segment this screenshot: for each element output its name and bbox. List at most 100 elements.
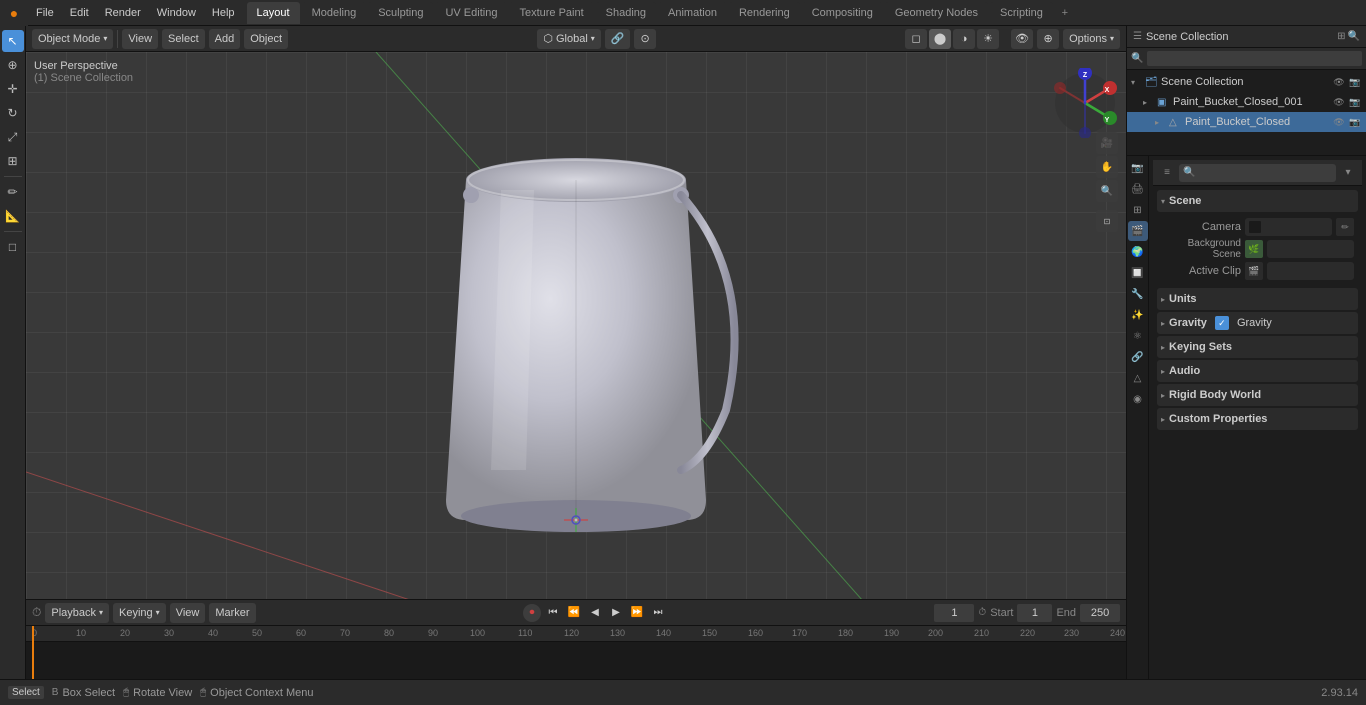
outliner-filter-btn[interactable]: ⊞ (1337, 31, 1345, 42)
bucket-eye[interactable]: 👁 (1332, 117, 1346, 128)
rigid-body-section-header[interactable]: ▸ Rigid Body World (1157, 384, 1358, 406)
tool-measure[interactable]: 📐 (2, 205, 24, 227)
outliner-search-input[interactable] (1147, 51, 1362, 66)
keying-section-header[interactable]: ▸ Keying Sets (1157, 336, 1358, 358)
prop-filter-icon[interactable]: ≡ (1157, 163, 1177, 183)
tab-layout[interactable]: Layout (247, 2, 300, 24)
outliner-item-bucket-001[interactable]: ▸ ▣ Paint_Bucket_Closed_001 👁 📷 (1127, 92, 1366, 112)
gravity-section-header[interactable]: ▸ Gravity ✓ Gravity (1157, 312, 1358, 334)
audio-section-header[interactable]: ▸ Audio (1157, 360, 1358, 382)
marker-btn[interactable]: Marker (209, 603, 255, 623)
menu-file[interactable]: File (28, 0, 62, 25)
tool-scale[interactable]: ⤢ (2, 126, 24, 148)
menu-help[interactable]: Help (204, 0, 243, 25)
camera-btn[interactable]: 🎥 (1096, 132, 1118, 154)
prop-icon-data[interactable]: △ (1128, 368, 1148, 388)
hand-btn[interactable]: ✋ (1096, 156, 1118, 178)
step-back-btn[interactable]: ⏪ (565, 604, 583, 622)
bucket-001-camera[interactable]: 📷 (1348, 97, 1362, 108)
bucket-camera[interactable]: 📷 (1348, 117, 1362, 128)
menu-edit[interactable]: Edit (62, 0, 97, 25)
outliner-search-btn[interactable]: 🔍 (1348, 31, 1360, 42)
background-scene-value[interactable] (1267, 240, 1354, 258)
tool-rotate[interactable]: ↻ (2, 102, 24, 124)
prop-icon-physics[interactable]: ⚛ (1128, 326, 1148, 346)
prop-options-icon[interactable]: ▾ (1338, 163, 1358, 183)
timeline-view-btn[interactable]: View (170, 603, 206, 623)
gravity-checkbox[interactable]: ✓ (1215, 316, 1229, 330)
active-clip-icon[interactable]: 🎬 (1245, 262, 1263, 280)
shading-solid-btn[interactable]: ⬤ (929, 29, 951, 49)
camera-value[interactable] (1245, 218, 1332, 236)
shading-render-btn[interactable]: ☀ (977, 29, 999, 49)
bucket-001-eye[interactable]: 👁 (1332, 97, 1346, 108)
prop-icon-scene[interactable]: 🎬 (1128, 221, 1148, 241)
tab-shading[interactable]: Shading (596, 2, 656, 24)
prop-icon-world[interactable]: 🌍 (1128, 242, 1148, 262)
play-reverse-btn[interactable]: ◀ (586, 604, 604, 622)
tab-rendering[interactable]: Rendering (729, 2, 800, 24)
custom-section-header[interactable]: ▸ Custom Properties (1157, 408, 1358, 430)
prop-icon-render[interactable]: 📷 (1128, 158, 1148, 178)
scene-collection-eye[interactable]: 👁 (1332, 77, 1346, 88)
tool-move[interactable]: ✛ (2, 78, 24, 100)
menu-window[interactable]: Window (149, 0, 204, 25)
object-mode-btn[interactable]: Object Mode ▾ (32, 29, 113, 49)
camera-edit-btn[interactable]: ✏ (1336, 218, 1354, 236)
transform-orientation-btn[interactable]: ⬡ Global ▾ (537, 29, 600, 49)
shading-material-btn[interactable]: ◑ (953, 29, 975, 49)
add-workspace-tab[interactable]: + (1055, 3, 1075, 23)
shading-wireframe-btn[interactable]: ◻ (905, 29, 927, 49)
tool-add-cube[interactable]: □ (2, 236, 24, 258)
jump-end-btn[interactable]: ⏭ (649, 604, 667, 622)
viewport-3d[interactable]: User Perspective (1) Scene Collection (26, 52, 1126, 599)
tool-annotate[interactable]: ✏ (2, 181, 24, 203)
scene-collection-camera[interactable]: 📷 (1348, 77, 1362, 88)
record-btn[interactable]: ⏺ (523, 604, 541, 622)
tab-compositing[interactable]: Compositing (802, 2, 883, 24)
proportional-edit-btn[interactable]: ⊙ (634, 29, 655, 49)
start-frame[interactable]: 1 (1017, 604, 1052, 622)
object-menu-btn[interactable]: Object (244, 29, 288, 49)
prop-icon-particles[interactable]: ✨ (1128, 305, 1148, 325)
tab-animation[interactable]: Animation (658, 2, 727, 24)
tab-texture-paint[interactable]: Texture Paint (509, 2, 593, 24)
snap-btn[interactable]: 🔗 (605, 29, 631, 49)
navigation-gizmo[interactable]: X Y Z (1050, 68, 1110, 128)
prop-icon-modifier[interactable]: 🔧 (1128, 284, 1148, 304)
options-btn[interactable]: Options ▾ (1063, 29, 1120, 49)
prop-icon-output[interactable]: 🖨 (1128, 179, 1148, 199)
local-view-btn[interactable]: ⊡ (1096, 210, 1118, 232)
active-clip-value[interactable] (1267, 262, 1354, 280)
prop-search[interactable]: 🔍 (1179, 164, 1336, 182)
outliner-item-scene-collection[interactable]: ▾ 🗂 Scene Collection 👁 📷 (1127, 72, 1366, 92)
tool-select[interactable]: ↖ (2, 30, 24, 52)
end-frame[interactable]: 250 (1080, 604, 1120, 622)
view-menu-btn[interactable]: View (122, 29, 158, 49)
keying-btn[interactable]: Keying ▾ (113, 603, 166, 623)
jump-start-btn[interactable]: ⏮ (544, 604, 562, 622)
prop-icon-object[interactable]: 🔲 (1128, 263, 1148, 283)
zoom-btn[interactable]: 🔍 (1096, 180, 1118, 202)
tool-transform[interactable]: ⊞ (2, 150, 24, 172)
tab-modeling[interactable]: Modeling (302, 2, 367, 24)
tool-cursor[interactable]: ⊕ (2, 54, 24, 76)
overlay-btn[interactable]: 👁 (1011, 29, 1033, 49)
outliner-item-bucket[interactable]: ▸ △ Paint_Bucket_Closed 👁 📷 (1127, 112, 1366, 132)
timeline-scrubber[interactable] (32, 626, 34, 679)
tab-geometry-nodes[interactable]: Geometry Nodes (885, 2, 988, 24)
background-scene-icon[interactable]: 🌿 (1245, 240, 1263, 258)
current-frame[interactable]: 1 (934, 604, 974, 622)
units-section-header[interactable]: ▸ Units (1157, 288, 1358, 310)
playback-btn[interactable]: Playback ▾ (45, 603, 109, 623)
timeline-ruler[interactable]: 0 10 20 30 40 50 60 70 80 90 100 110 120… (26, 626, 1126, 679)
tab-sculpting[interactable]: Sculpting (368, 2, 433, 24)
tab-uv-editing[interactable]: UV Editing (435, 2, 507, 24)
menu-render[interactable]: Render (97, 0, 149, 25)
prop-icon-constraints[interactable]: 🔗 (1128, 347, 1148, 367)
timeline-track[interactable] (26, 642, 1126, 679)
tab-scripting[interactable]: Scripting (990, 2, 1053, 24)
gizmo-btn[interactable]: ⊕ (1037, 29, 1059, 49)
select-menu-btn[interactable]: Select (162, 29, 205, 49)
prop-icon-material[interactable]: ◉ (1128, 389, 1148, 409)
